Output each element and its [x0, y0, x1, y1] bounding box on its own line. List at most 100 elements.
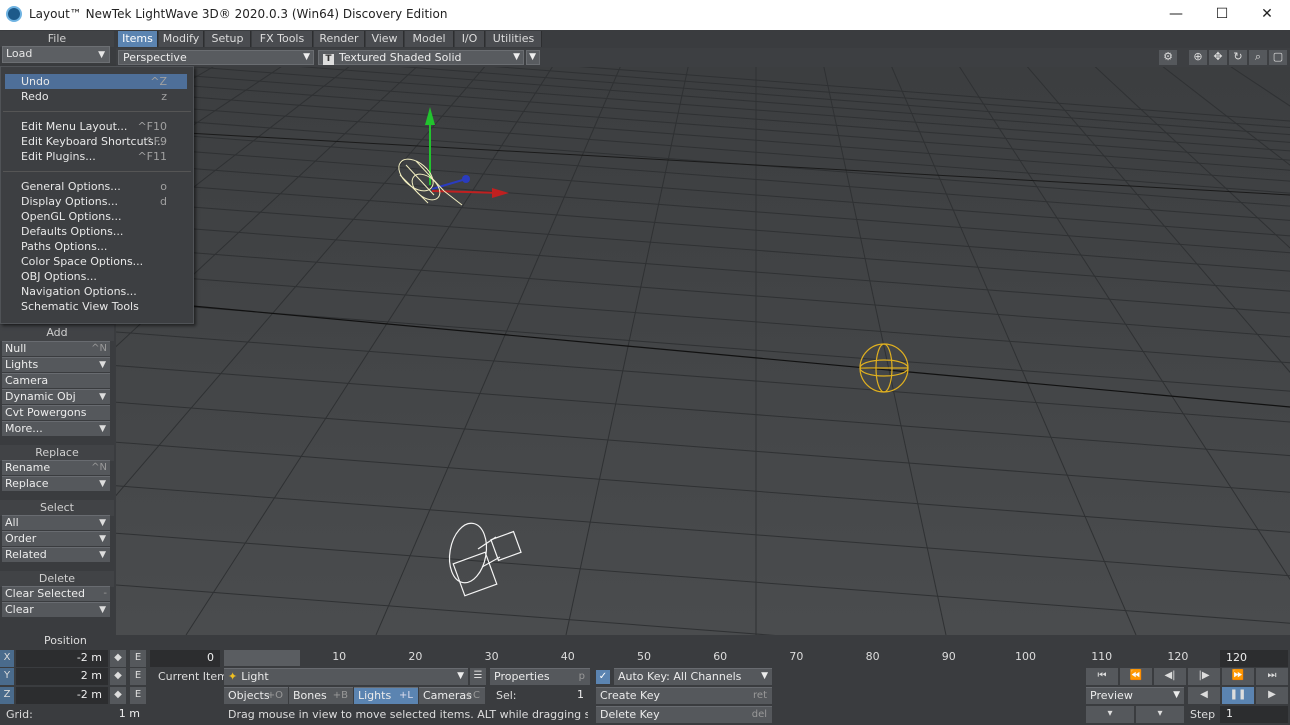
objects-toggle[interactable]: Objects +O — [224, 687, 288, 704]
maximize-button[interactable]: ☐ — [1199, 0, 1245, 30]
shading-mode-dropdown[interactable]: T Textured Shaded Solid ▼ — [318, 50, 524, 65]
preview-dropdown[interactable]: Preview ▼ — [1086, 687, 1184, 704]
key-mode-dropdown[interactable]: ▾ — [1136, 706, 1184, 723]
menu-item-opengl-options[interactable]: OpenGL Options... — [5, 209, 187, 224]
timeline-tick-label: 50 — [637, 650, 651, 663]
menu-item-color-space-options[interactable]: Color Space Options... — [5, 254, 187, 269]
end-frame-field[interactable]: 120 — [1220, 650, 1288, 667]
gear-icon[interactable]: ⚙ — [1159, 50, 1177, 65]
z-e-button[interactable]: E — [130, 687, 146, 704]
menu-item-navigation-options[interactable]: Navigation Options... — [5, 284, 187, 299]
clear-selected-button[interactable]: Clear Selected - — [2, 586, 110, 601]
menu-item-obj-options[interactable]: OBJ Options... — [5, 269, 187, 284]
current-item-dropdown[interactable]: ✦ Light ▼ — [224, 668, 468, 685]
go-to-start-icon[interactable]: ⏮ — [1086, 668, 1118, 685]
lights-toggle[interactable]: Lights +L — [354, 687, 418, 704]
menu-item-undo[interactable]: Undo ^Z — [5, 74, 187, 89]
shading-mode-label: Textured Shaded Solid — [339, 51, 462, 64]
z-position-field[interactable]: -2 m — [16, 687, 108, 704]
cameras-toggle[interactable]: Cameras +C — [419, 687, 485, 704]
menu-item-edit-menu-layout[interactable]: Edit Menu Layout... ^F10 — [5, 119, 187, 134]
menu-item-schematic-view-tools[interactable]: Schematic View Tools — [5, 299, 187, 314]
current-frame-field[interactable]: 0 — [150, 650, 220, 667]
properties-button[interactable]: Properties p — [490, 668, 590, 685]
cvt-powergons-button[interactable]: Cvt Powergons — [2, 405, 110, 420]
grid-size-field[interactable]: 1 m — [60, 706, 146, 723]
minimize-button[interactable]: — — [1153, 0, 1199, 30]
add-camera-button[interactable]: Camera — [2, 373, 110, 388]
y-position-field[interactable]: 2 m — [16, 668, 108, 685]
load-dropdown[interactable]: Load ▼ — [2, 46, 110, 63]
step-field[interactable]: 1 — [1220, 706, 1288, 723]
add-lights-dropdown[interactable]: Lights ▼ — [2, 357, 110, 372]
move-view-icon[interactable]: ✥ — [1209, 50, 1227, 65]
z-envelope-icon[interactable]: ◆ — [110, 687, 126, 704]
maximize-viewport-icon[interactable]: ▢ — [1269, 50, 1287, 65]
y-envelope-icon[interactable]: ◆ — [110, 668, 126, 685]
next-key-icon[interactable]: ⏩ — [1222, 668, 1254, 685]
menu-item-defaults-options[interactable]: Defaults Options... — [5, 224, 187, 239]
select-order-dropdown[interactable]: Order ▼ — [2, 531, 110, 546]
x-e-button[interactable]: E — [130, 650, 146, 667]
play-backward-icon[interactable]: ◀ — [1188, 687, 1220, 704]
chevron-down-icon: ▼ — [1173, 690, 1180, 700]
tab-modify[interactable]: Modify — [159, 31, 204, 47]
tab-render[interactable]: Render — [314, 31, 365, 47]
menu-item-general-options[interactable]: General Options... o — [5, 179, 187, 194]
tab-fx-tools[interactable]: FX Tools — [252, 31, 313, 47]
title-bar: Layout™ NewTek LightWave 3D® 2020.0.3 (W… — [0, 0, 1290, 30]
close-button[interactable]: ✕ — [1244, 0, 1290, 30]
shortcut-label: +O — [266, 690, 283, 701]
3d-viewport[interactable] — [116, 67, 1290, 635]
clear-dropdown[interactable]: Clear ▼ — [2, 602, 110, 617]
zoom-icon[interactable]: ⌕ — [1249, 50, 1267, 65]
view-type-dropdown[interactable]: Perspective ▼ — [118, 50, 314, 65]
menu-item-edit-keyboard-shortcuts[interactable]: Edit Keyboard Shortcuts... ^F9 — [5, 134, 187, 149]
timeline-tick-label: 20 — [408, 650, 423, 663]
step-back-icon[interactable]: ◀| — [1154, 668, 1186, 685]
pause-icon[interactable]: ❚❚ — [1222, 687, 1254, 704]
menu-item-edit-plugins[interactable]: Edit Plugins... ^F11 — [5, 149, 187, 164]
x-position-field[interactable]: -2 m — [16, 650, 108, 667]
tab-utilities[interactable]: Utilities — [486, 31, 542, 47]
viewport-options-dropdown[interactable]: ▼ — [526, 50, 540, 65]
step-forward-icon[interactable]: |▶ — [1188, 668, 1220, 685]
item-list-icon[interactable]: ☰ — [470, 668, 486, 685]
tab-setup[interactable]: Setup — [205, 31, 251, 47]
menu-item-paths-options[interactable]: Paths Options... — [5, 239, 187, 254]
rotate-view-icon[interactable]: ↻ — [1229, 50, 1247, 65]
delete-key-button[interactable]: Delete Key del — [596, 706, 772, 723]
tab-io[interactable]: I/O — [455, 31, 485, 47]
orbit-icon[interactable]: ⊕ — [1189, 50, 1207, 65]
add-more-dropdown[interactable]: More... ▼ — [2, 421, 110, 436]
replace-dropdown[interactable]: Replace ▼ — [2, 476, 110, 491]
y-axis-label: Y — [0, 668, 14, 685]
dynamic-obj-dropdown[interactable]: Dynamic Obj ▼ — [2, 389, 110, 404]
menu-item-display-options[interactable]: Display Options... d — [5, 194, 187, 209]
timeline-tick-label: 90 — [941, 650, 956, 663]
create-key-button[interactable]: Create Key ret — [596, 687, 772, 704]
select-related-dropdown[interactable]: Related ▼ — [2, 547, 110, 562]
light-icon: ✦ — [228, 670, 238, 683]
tab-items[interactable]: Items — [118, 31, 158, 47]
y-e-button[interactable]: E — [130, 668, 146, 685]
x-axis-label: X — [0, 650, 14, 667]
timeline-slider[interactable]: 0102030405060708090100110120 — [222, 650, 1290, 666]
autokey-checkbox[interactable]: ✓ — [596, 670, 610, 684]
play-forward-icon[interactable]: ▶ — [1256, 687, 1288, 704]
previous-key-icon[interactable]: ⏪ — [1120, 668, 1152, 685]
select-all-dropdown[interactable]: All ▼ — [2, 515, 110, 530]
menu-item-redo[interactable]: Redo z — [5, 89, 187, 104]
tab-model[interactable]: Model — [405, 31, 454, 47]
key-filter-dropdown[interactable]: ▾ — [1086, 706, 1134, 723]
chevron-down-icon: ▼ — [99, 360, 106, 370]
bones-toggle[interactable]: Bones +B — [289, 687, 353, 704]
autokey-dropdown[interactable]: Auto Key: All Channels ▼ — [614, 668, 772, 685]
timeline-handle[interactable] — [224, 650, 300, 666]
go-to-end-icon[interactable]: ⏭ — [1256, 668, 1288, 685]
add-null-button[interactable]: Null ^N — [2, 341, 110, 356]
tab-view[interactable]: View — [366, 31, 404, 47]
x-envelope-icon[interactable]: ◆ — [110, 650, 126, 667]
rename-button[interactable]: Rename ^N — [2, 460, 110, 475]
viewport-canvas[interactable] — [116, 67, 1290, 635]
